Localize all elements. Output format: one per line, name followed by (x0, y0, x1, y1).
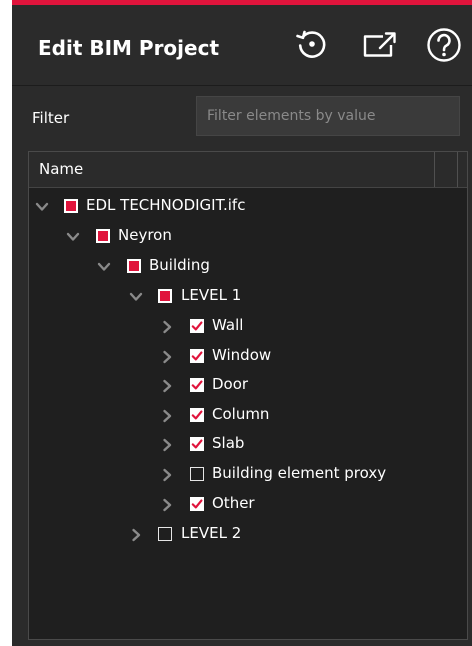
tree-node-label: Slab (212, 434, 245, 452)
panel-header: Edit BIM Project (12, 5, 472, 86)
chevron-down-icon[interactable] (97, 260, 111, 274)
chevron-right-icon[interactable] (160, 498, 174, 512)
chevron-right-icon[interactable] (160, 350, 174, 364)
column-divider[interactable] (434, 152, 435, 187)
panel-title: Edit BIM Project (38, 36, 220, 60)
tree-node-label: EDL TECHNODIGIT.ifc (86, 196, 246, 214)
open-external-button[interactable] (361, 26, 399, 62)
tree-node-label: Door (212, 375, 249, 393)
help-icon (426, 26, 462, 64)
tree-node-label: LEVEL 1 (181, 286, 242, 304)
chevron-right-icon[interactable] (160, 320, 174, 334)
tree-node-label: Building (149, 256, 210, 274)
tree-node-label: Building element proxy (212, 464, 387, 482)
partial-checkbox[interactable] (96, 229, 110, 243)
tree-row[interactable]: Other (29, 490, 467, 519)
tree-node-label: Window (212, 346, 272, 364)
open-external-icon (361, 26, 399, 62)
unchecked-checkbox[interactable] (190, 467, 204, 481)
column-divider[interactable] (457, 152, 458, 187)
chevron-right-icon[interactable] (160, 379, 174, 393)
tree-row[interactable]: Window (29, 342, 467, 371)
tree-node-label: Wall (212, 316, 244, 334)
edit-bim-project-panel: Edit BIM Project Filter Filter elements … (12, 0, 472, 646)
tree-row[interactable]: Building element proxy (29, 460, 467, 489)
partial-checkbox[interactable] (64, 199, 78, 213)
tree-node-label: LEVEL 2 (181, 524, 242, 542)
chevron-down-icon[interactable] (35, 200, 49, 214)
tree-node-label: Column (212, 405, 270, 423)
chevron-right-icon[interactable] (160, 409, 174, 423)
reset-button[interactable] (294, 26, 330, 62)
tree-row[interactable]: Neyron (29, 222, 467, 251)
tree-row[interactable]: Door (29, 371, 467, 400)
tree-row[interactable]: LEVEL 2 (29, 520, 467, 549)
reset-icon (294, 26, 330, 62)
checked-checkbox[interactable] (190, 349, 204, 363)
tree-node-label: Neyron (118, 226, 172, 244)
partial-checkbox[interactable] (127, 259, 141, 273)
checked-checkbox[interactable] (190, 437, 204, 451)
unchecked-checkbox[interactable] (158, 527, 172, 541)
checked-checkbox[interactable] (190, 319, 204, 333)
checked-checkbox[interactable] (190, 497, 204, 511)
tree-row[interactable]: Wall (29, 312, 467, 341)
tree-header: Name (29, 152, 467, 188)
partial-checkbox[interactable] (158, 289, 172, 303)
filter-input[interactable] (196, 96, 460, 136)
checked-checkbox[interactable] (190, 408, 204, 422)
tree-row[interactable]: LEVEL 1 (29, 282, 467, 311)
chevron-down-icon[interactable] (129, 290, 143, 304)
chevron-right-icon[interactable] (160, 468, 174, 482)
checked-checkbox[interactable] (190, 378, 204, 392)
column-header-name[interactable]: Name (39, 160, 83, 178)
tree-row[interactable]: Column (29, 401, 467, 430)
tree-row[interactable]: EDL TECHNODIGIT.ifc (29, 192, 467, 221)
help-button[interactable] (426, 26, 462, 64)
chevron-right-icon[interactable] (160, 438, 174, 452)
tree-row[interactable]: Building (29, 252, 467, 281)
tree-row[interactable]: Slab (29, 430, 467, 459)
chevron-down-icon[interactable] (66, 230, 80, 244)
filter-label: Filter (32, 109, 70, 127)
chevron-right-icon[interactable] (129, 528, 143, 542)
element-tree: Name EDL TECHNODIGIT.ifc Neyron Building LE… (28, 151, 468, 640)
tree-node-label: Other (212, 494, 255, 512)
